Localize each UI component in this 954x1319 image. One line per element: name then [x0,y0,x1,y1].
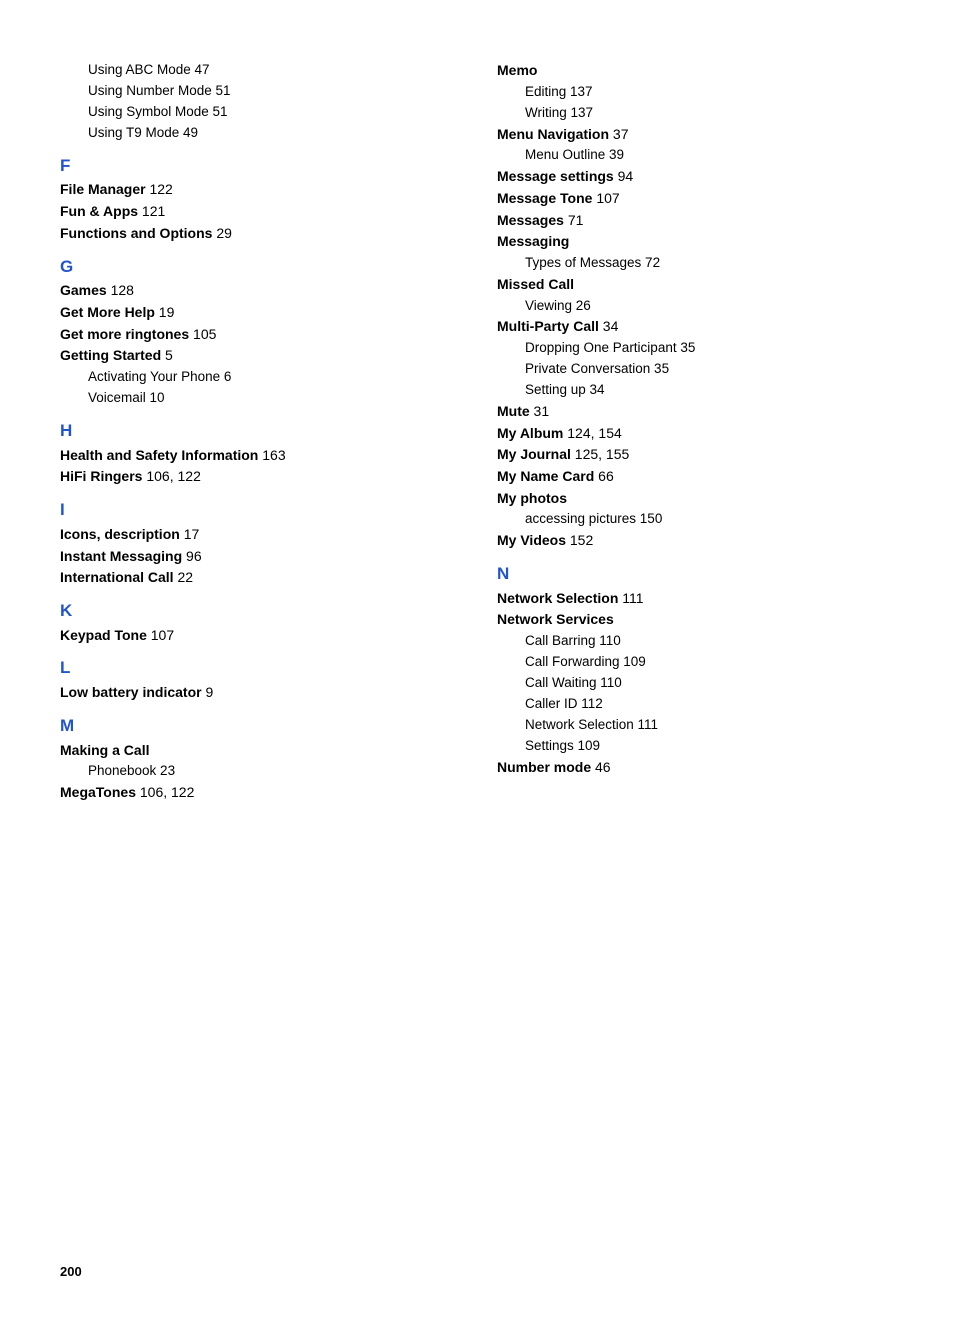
entry-sub: Using Symbol Mode 51 [60,102,457,123]
section-letter-g: G [60,255,457,279]
entry-main: My Name Card 66 [497,466,894,488]
section-letter-m: M [60,714,457,738]
entry-main: International Call 22 [60,567,457,589]
entry-sub: Menu Outline 39 [497,145,894,166]
entry-sub: Call Waiting 110 [497,673,894,694]
entry-sub: accessing pictures 150 [497,509,894,530]
entry-sub: Settings 109 [497,736,894,757]
entry-main: My Videos 152 [497,530,894,552]
section-letter-i: I [60,498,457,522]
entry-sub: Network Selection 111 [497,715,894,736]
left-column: Using ABC Mode 47Using Number Mode 51Usi… [60,60,457,1259]
section-letter-h: H [60,419,457,443]
entry-sub: Activating Your Phone 6 [60,367,457,388]
content-columns: Using ABC Mode 47Using Number Mode 51Usi… [60,60,894,1259]
entry-main: Missed Call [497,274,894,296]
entry-sub: Dropping One Participant 35 [497,338,894,359]
entry-sub: Viewing 26 [497,296,894,317]
entry-main: Messages 71 [497,210,894,232]
page: Using ABC Mode 47Using Number Mode 51Usi… [0,0,954,1319]
entry-main: Keypad Tone 107 [60,625,457,647]
section-letter-n: N [497,562,894,586]
entry-main: Message Tone 107 [497,188,894,210]
entry-sub: Caller ID 112 [497,694,894,715]
entry-main: Number mode 46 [497,757,894,779]
entry-main: Memo [497,60,894,82]
section-letter-l: L [60,656,457,680]
entry-main: Instant Messaging 96 [60,546,457,568]
page-number: 200 [60,1264,82,1279]
entry-sub: Call Forwarding 109 [497,652,894,673]
entry-main: My photos [497,488,894,510]
entry-main: Games 128 [60,280,457,302]
entry-sub: Writing 137 [497,103,894,124]
entry-main: HiFi Ringers 106, 122 [60,466,457,488]
entry-main: File Manager 122 [60,179,457,201]
entry-main: Icons, description 17 [60,524,457,546]
entry-main: Making a Call [60,740,457,762]
entry-main: Functions and Options 29 [60,223,457,245]
entry-main: Network Selection 111 [497,588,894,610]
entry-sub: Using T9 Mode 49 [60,123,457,144]
entry-main: Getting Started 5 [60,345,457,367]
entry-sub: Private Conversation 35 [497,359,894,380]
entry-main: Health and Safety Information 163 [60,445,457,467]
entry-sub: Voicemail 10 [60,388,457,409]
entry-sub: Call Barring 110 [497,631,894,652]
entry-sub: Phonebook 23 [60,761,457,782]
section-letter-f: F [60,154,457,178]
entry-sub: Setting up 34 [497,380,894,401]
entry-main: Messaging [497,231,894,253]
entry-main: Low battery indicator 9 [60,682,457,704]
entry-main: Mute 31 [497,401,894,423]
entry-main: Get More Help 19 [60,302,457,324]
entry-main: Network Services [497,609,894,631]
entry-main: Get more ringtones 105 [60,324,457,346]
entry-sub: Types of Messages 72 [497,253,894,274]
entry-main: MegaTones 106, 122 [60,782,457,804]
entry-sub: Using ABC Mode 47 [60,60,457,81]
entry-main: Message settings 94 [497,166,894,188]
entry-main: Multi-Party Call 34 [497,316,894,338]
entry-sub: Using Number Mode 51 [60,81,457,102]
entry-sub: Editing 137 [497,82,894,103]
section-letter-k: K [60,599,457,623]
entry-main: Menu Navigation 37 [497,124,894,146]
right-column: MemoEditing 137Writing 137Menu Navigatio… [497,60,894,1259]
entry-main: My Journal 125, 155 [497,444,894,466]
entry-main: My Album 124, 154 [497,423,894,445]
entry-main: Fun & Apps 121 [60,201,457,223]
